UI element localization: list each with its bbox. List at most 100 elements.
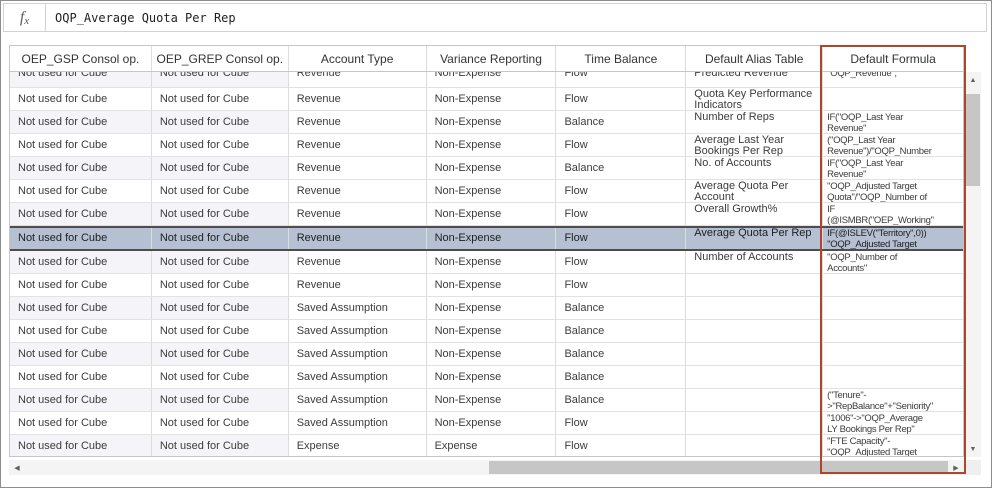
cell-gsp-consol[interactable]: Not used for Cube [10, 180, 152, 202]
cell-default-formula[interactable] [823, 88, 963, 110]
cell-default-formula[interactable] [823, 366, 963, 388]
cell-default-alias-table[interactable] [686, 366, 824, 388]
scroll-up-button[interactable]: ▲ [965, 72, 981, 88]
cell-default-formula[interactable]: ("OQP_Last Year Revenue")/"OQP_Number [823, 134, 963, 156]
cell-time-balance[interactable]: Flow [556, 203, 687, 225]
cell-grep-consol[interactable]: Not used for Cube [152, 228, 289, 249]
table-row[interactable]: Not used for Cube Not used for Cube Reve… [10, 111, 963, 134]
cell-account-type[interactable]: Revenue [289, 134, 427, 156]
table-row[interactable]: Not used for Cube Not used for Cube Reve… [10, 226, 963, 251]
cell-gsp-consol[interactable]: Not used for Cube [10, 274, 152, 296]
cell-default-alias-table[interactable]: Number of Accounts [686, 251, 824, 273]
cell-default-formula[interactable] [823, 343, 963, 365]
column-header-time-balance[interactable]: Time Balance [556, 46, 687, 71]
cell-gsp-consol[interactable]: Not used for Cube [10, 389, 152, 411]
formula-input[interactable]: OQP_Average Quota Per Rep [46, 4, 986, 31]
cell-default-formula[interactable]: IF("OQP_Last Year Revenue" [823, 111, 963, 133]
cell-variance-reporting[interactable]: Non-Expense [427, 251, 557, 273]
vertical-scrollbar[interactable]: ▲ ▼ [965, 72, 981, 457]
cell-variance-reporting[interactable]: Non-Expense [427, 72, 557, 87]
cell-variance-reporting[interactable]: Non-Expense [427, 180, 557, 202]
cell-default-formula[interactable] [823, 320, 963, 342]
cell-grep-consol[interactable]: Not used for Cube [151, 203, 289, 225]
cell-time-balance[interactable]: Flow [556, 274, 687, 296]
cell-time-balance[interactable]: Flow [556, 88, 687, 110]
column-header-default-formula[interactable]: Default Formula [823, 46, 963, 71]
cell-time-balance[interactable]: Flow [556, 251, 687, 273]
cell-time-balance[interactable]: Flow [556, 180, 687, 202]
cell-grep-consol[interactable]: Not used for Cube [151, 111, 289, 133]
cell-account-type[interactable]: Expense [289, 435, 427, 456]
cell-default-alias-table[interactable] [686, 343, 824, 365]
column-header-grep-consol[interactable]: OEP_GREP Consol op. [152, 46, 289, 71]
cell-default-formula[interactable]: "OQP_Number of Accounts" [823, 251, 963, 273]
cell-variance-reporting[interactable]: Non-Expense [427, 228, 557, 249]
horizontal-scrollbar[interactable]: ◀ ▶ [9, 460, 964, 475]
column-header-account-type[interactable]: Account Type [289, 46, 427, 71]
cell-time-balance[interactable]: Balance [556, 366, 687, 388]
cell-default-formula[interactable] [823, 274, 963, 296]
cell-grep-consol[interactable]: Not used for Cube [152, 274, 289, 296]
cell-variance-reporting[interactable]: Non-Expense [427, 297, 557, 319]
cell-account-type[interactable]: Revenue [289, 72, 427, 87]
cell-account-type[interactable]: Revenue [289, 274, 427, 296]
vertical-scroll-thumb[interactable] [966, 94, 980, 186]
cell-grep-consol[interactable]: Not used for Cube [151, 343, 289, 365]
cell-variance-reporting[interactable]: Non-Expense [427, 203, 557, 225]
table-row[interactable]: Not used for Cube Not used for Cube Reve… [10, 203, 963, 226]
table-row[interactable]: Not used for Cube Not used for Cube Reve… [10, 251, 963, 274]
cell-time-balance[interactable]: Flow [556, 412, 687, 434]
cell-time-balance[interactable]: Balance [556, 111, 687, 133]
column-header-gsp-consol[interactable]: OEP_GSP Consol op. [10, 46, 152, 71]
table-row[interactable]: Not used for Cube Not used for Cube Save… [10, 366, 963, 389]
cell-default-alias-table[interactable]: Predicted Revenue [686, 72, 824, 87]
cell-grep-consol[interactable]: Not used for Cube [152, 180, 289, 202]
horizontal-scroll-thumb[interactable] [489, 461, 949, 474]
table-row[interactable]: Not used for Cube Not used for Cube Save… [10, 297, 963, 320]
cell-time-balance[interactable]: Balance [556, 343, 687, 365]
cell-grep-consol[interactable]: Not used for Cube [151, 251, 289, 273]
cell-default-formula[interactable]: "1006"->"OQP_Average LY Bookings Per Rep… [823, 412, 963, 434]
cell-default-alias-table[interactable]: Average Last Year Bookings Per Rep [686, 134, 824, 156]
cell-account-type[interactable]: Revenue [289, 228, 427, 249]
cell-gsp-consol[interactable]: Not used for Cube [10, 251, 152, 273]
scroll-left-button[interactable]: ◀ [9, 460, 25, 475]
cell-default-alias-table[interactable] [686, 297, 824, 319]
table-row[interactable]: Not used for Cube Not used for Cube Save… [10, 343, 963, 366]
cell-time-balance[interactable]: Flow [556, 134, 687, 156]
cell-account-type[interactable]: Saved Assumption [289, 366, 427, 388]
cell-gsp-consol[interactable]: Not used for Cube [10, 320, 152, 342]
cell-default-alias-table[interactable] [686, 389, 824, 411]
cell-gsp-consol[interactable]: Not used for Cube [10, 343, 152, 365]
cell-default-alias-table[interactable] [686, 274, 824, 296]
cell-default-formula[interactable]: "OQP_Revenue"; [823, 72, 963, 87]
table-row[interactable]: Not used for Cube Not used for Cube Reve… [10, 274, 963, 297]
cell-account-type[interactable]: Saved Assumption [289, 412, 427, 434]
cell-variance-reporting[interactable]: Non-Expense [427, 157, 557, 179]
cell-variance-reporting[interactable]: Non-Expense [427, 111, 557, 133]
cell-default-alias-table[interactable]: Number of Reps [686, 111, 824, 133]
scroll-down-button[interactable]: ▼ [965, 441, 981, 457]
cell-account-type[interactable]: Revenue [289, 251, 427, 273]
cell-variance-reporting[interactable]: Non-Expense [427, 412, 557, 434]
table-row[interactable]: Not used for Cube Not used for Cube Save… [10, 412, 963, 435]
cell-default-alias-table[interactable]: No. of Accounts [686, 157, 824, 179]
cell-gsp-consol[interactable]: Not used for Cube [10, 72, 152, 87]
cell-gsp-consol[interactable]: Not used for Cube [10, 203, 152, 225]
cell-default-formula[interactable]: "OQP_Adjusted Target Quota"/"OQP_Number … [823, 180, 963, 202]
cell-time-balance[interactable]: Balance [556, 157, 687, 179]
column-header-variance-reporting[interactable]: Variance Reporting [427, 46, 557, 71]
cell-gsp-consol[interactable]: Not used for Cube [10, 157, 152, 179]
cell-variance-reporting[interactable]: Non-Expense [427, 389, 557, 411]
cell-time-balance[interactable]: Flow [556, 435, 687, 456]
cell-variance-reporting[interactable]: Non-Expense [427, 343, 557, 365]
cell-default-formula[interactable]: IF("OQP_Last Year Revenue" [823, 157, 963, 179]
cell-variance-reporting[interactable]: Expense [427, 435, 557, 456]
cell-account-type[interactable]: Saved Assumption [289, 389, 427, 411]
cell-account-type[interactable]: Revenue [289, 180, 427, 202]
cell-time-balance[interactable]: Balance [556, 389, 687, 411]
cell-variance-reporting[interactable]: Non-Expense [427, 274, 557, 296]
cell-default-formula[interactable]: IF(@ISLEV("Territory",0)) "OQP_Adjusted … [823, 228, 963, 249]
table-row[interactable]: Not used for Cube Not used for Cube Reve… [10, 134, 963, 157]
cell-default-alias-table[interactable]: Overall Growth% [686, 203, 824, 225]
